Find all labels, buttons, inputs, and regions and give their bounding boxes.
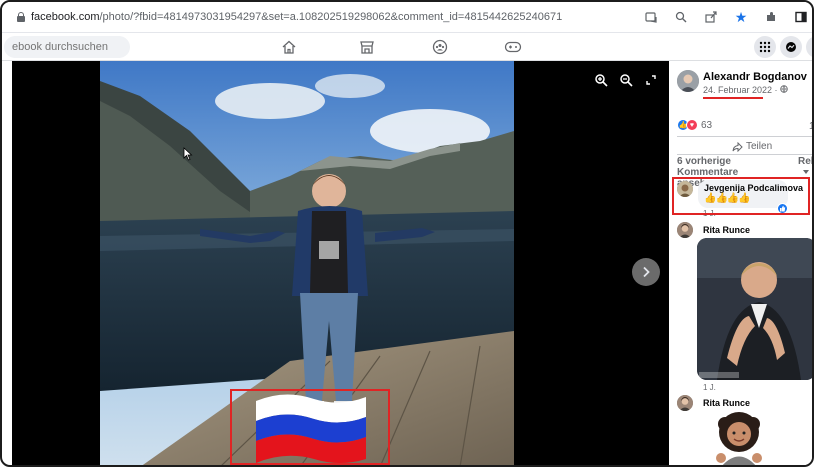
- comment-sort-dropdown[interactable]: Rele: [798, 156, 812, 167]
- star-icon[interactable]: ★: [732, 8, 750, 26]
- url-path: /photo/?fbid=4814973031954297&set=a.1082…: [99, 11, 563, 23]
- zoom-out-icon[interactable]: [619, 73, 635, 89]
- zoom-icon[interactable]: [672, 8, 690, 26]
- comment-time[interactable]: 1 J.: [703, 383, 716, 392]
- commenter-avatar[interactable]: [677, 222, 693, 238]
- divider: [677, 136, 812, 137]
- groups-icon[interactable]: [430, 38, 450, 56]
- share-icon[interactable]: [702, 8, 720, 26]
- love-reaction-icon: ♥: [686, 119, 698, 131]
- share-label: Teilen: [746, 141, 773, 152]
- translate-icon[interactable]: [642, 8, 660, 26]
- comment-author[interactable]: Rita Runce: [703, 225, 750, 235]
- comment-count: 1: [809, 121, 812, 132]
- globe-icon: [780, 85, 788, 93]
- comment-gif-image[interactable]: [697, 238, 812, 380]
- comment-sticker-image[interactable]: [709, 406, 769, 465]
- gaming-icon[interactable]: [503, 38, 523, 56]
- reaction-count: 63: [701, 119, 713, 131]
- marketplace-icon[interactable]: [357, 38, 377, 56]
- facebook-search-input[interactable]: [4, 36, 130, 58]
- menu-grid-icon[interactable]: [754, 36, 776, 58]
- reaction-summary[interactable]: 👍 ♥ 63: [677, 119, 712, 131]
- share-arrow-icon: [732, 141, 743, 152]
- mouse-cursor-icon: [183, 147, 193, 161]
- sidebar-icon[interactable]: [792, 8, 810, 26]
- post-details-panel: Alexandr Bogdanov 24. Februar 2022 · 👍 ♥…: [669, 61, 812, 465]
- browser-address-bar[interactable]: facebook.com/photo/?fbid=481497303195429…: [2, 2, 812, 33]
- zoom-in-icon[interactable]: [594, 73, 610, 89]
- annotation-box-comment: [672, 177, 810, 215]
- browser-toolbar-icons: ★: [642, 8, 810, 26]
- extensions-icon[interactable]: [762, 8, 780, 26]
- url-text[interactable]: facebook.com/photo/?fbid=481497303195429…: [31, 11, 562, 23]
- messenger-icon[interactable]: [780, 36, 802, 58]
- post-author-name[interactable]: Alexandr Bogdanov: [703, 71, 807, 83]
- lock-icon: [17, 12, 25, 22]
- fullscreen-icon[interactable]: [645, 73, 661, 89]
- next-photo-button[interactable]: [632, 258, 660, 286]
- chevron-down-icon[interactable]: [802, 169, 810, 175]
- screenshot-frame: facebook.com/photo/?fbid=481497303195429…: [0, 0, 814, 467]
- post-date[interactable]: 24. Februar 2022 ·: [703, 85, 788, 95]
- annotation-box-flag: [230, 389, 390, 465]
- facebook-top-nav: [2, 33, 812, 61]
- commenter-avatar[interactable]: [677, 395, 693, 411]
- share-button[interactable]: Teilen: [732, 141, 772, 152]
- chevron-right-icon: [643, 266, 650, 278]
- home-icon[interactable]: [279, 38, 299, 56]
- divider: [677, 154, 812, 155]
- author-avatar[interactable]: [677, 70, 699, 92]
- url-domain: facebook.com: [31, 11, 100, 23]
- notifications-icon[interactable]: [806, 36, 812, 58]
- annotation-underline-date: [703, 97, 763, 99]
- post-date-text: 24. Februar 2022 ·: [703, 85, 778, 95]
